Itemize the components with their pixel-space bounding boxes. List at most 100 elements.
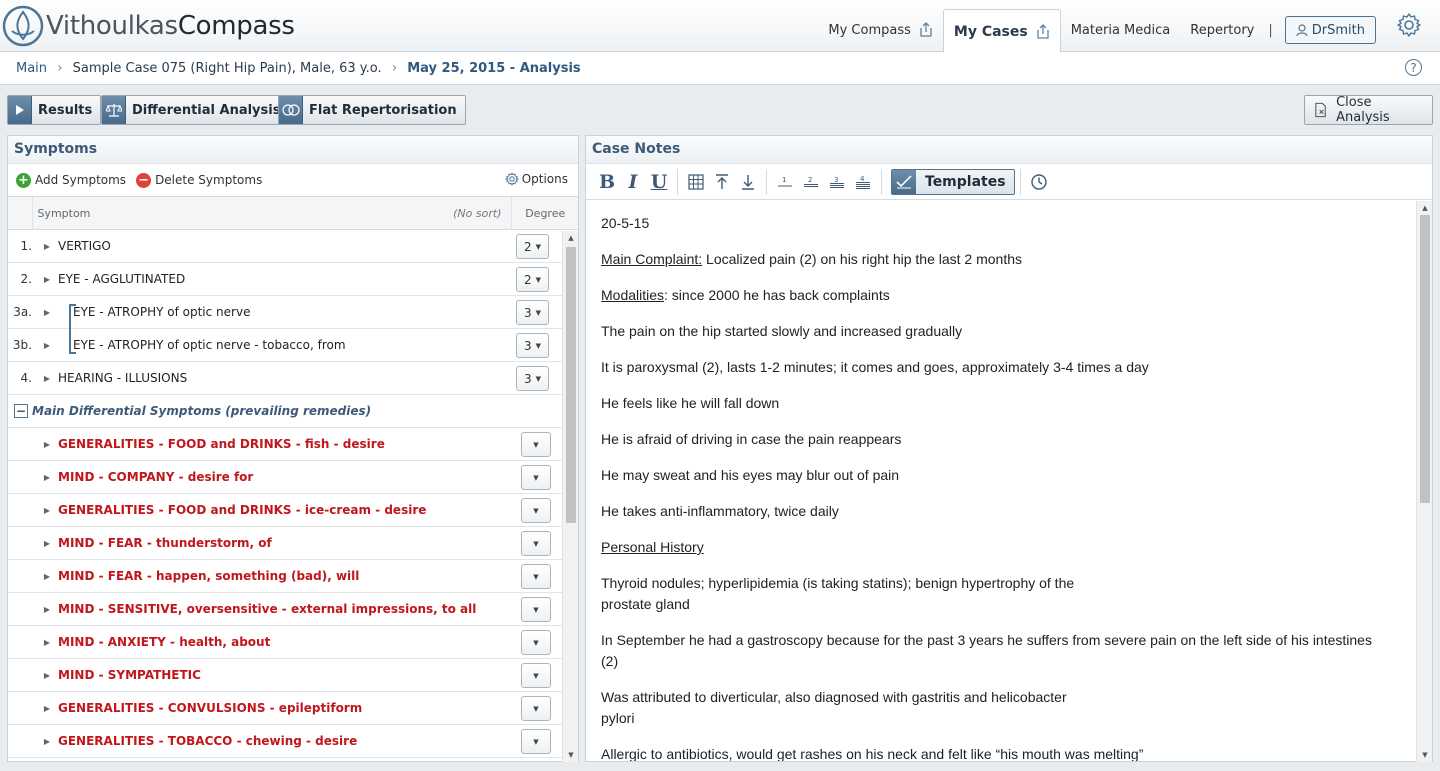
degree-select[interactable]: 2 ▼ — [516, 234, 549, 259]
expand-arrow-icon[interactable]: ▶ — [40, 440, 54, 449]
differential-symptom-row[interactable]: ▶ GENERALITIES - FOOD and DRINKS - ice-cr… — [8, 494, 578, 527]
expand-arrow-icon[interactable]: ▶ — [40, 275, 54, 284]
symptom-column-label[interactable]: Symptom — [37, 207, 90, 220]
degree-select[interactable]: 3 ▼ — [516, 333, 549, 358]
symptom-text[interactable]: GENERALITIES - FOOD and DRINKS - ice-cre… — [58, 503, 426, 517]
expand-arrow-icon[interactable]: ▶ — [40, 572, 54, 581]
scroll-up-icon[interactable]: ▲ — [1417, 201, 1433, 215]
symptom-text[interactable]: MIND - FEAR - thunderstorm, of — [58, 536, 272, 550]
options-button[interactable]: Options — [504, 172, 568, 186]
symptom-row[interactable]: 3b. ▶ EYE - ATROPHY of optic nerve - tobac… — [8, 329, 578, 362]
nav-materia-medica[interactable]: Materia Medica — [1061, 8, 1181, 52]
symptom-text[interactable]: VERTIGO — [58, 239, 111, 253]
differential-group-header[interactable]: − Main Differential Symptoms (prevailing … — [8, 395, 578, 428]
differential-symptom-row[interactable]: ▶ MIND - COMPANY - desire for ▼ — [8, 461, 578, 494]
symptom-text[interactable]: GENERALITIES - CONVULSIONS - epileptifor… — [58, 701, 362, 715]
italic-button[interactable]: I — [620, 169, 646, 195]
notes-scrollbar[interactable]: ▲ ▼ — [1416, 201, 1432, 762]
differential-symptom-row[interactable]: ▶ MIND - FEAR - happen, something (bad), … — [8, 560, 578, 593]
expand-arrow-icon[interactable]: ▶ — [40, 473, 54, 482]
expand-arrow-icon[interactable]: ▶ — [40, 737, 54, 746]
differential-symptom-row[interactable]: ▶ MIND - FEAR - thunderstorm, of ▼ — [8, 527, 578, 560]
symptom-text[interactable]: MIND - SYMPATHETIC — [58, 668, 201, 682]
degree-select[interactable]: ▼ — [521, 498, 551, 523]
symptom-row[interactable]: 1. ▶ VERTIGO 2 ▼ — [8, 230, 578, 263]
move-bottom-icon[interactable] — [735, 169, 761, 195]
degree-select[interactable]: ▼ — [521, 597, 551, 622]
differential-symptom-row[interactable]: ▶ GENERALITIES - CONVULSIONS - epileptifo… — [8, 692, 578, 725]
close-analysis-button[interactable]: Close Analysis — [1304, 95, 1433, 125]
degree-select[interactable]: ▼ — [521, 564, 551, 589]
symptom-text[interactable]: MIND - COMPANY - desire for — [58, 470, 253, 484]
expand-arrow-icon[interactable]: ▶ — [40, 506, 54, 515]
degree-select[interactable]: ▼ — [521, 630, 551, 655]
degree-select[interactable]: 2 ▼ — [516, 267, 549, 292]
heading-2-icon[interactable]: 2 — [798, 169, 824, 195]
symptom-text[interactable]: GENERALITIES - TOBACCO - chewing - desir… — [58, 734, 357, 748]
differential-symptom-row[interactable]: ▶ GENERALITIES - FOOD and DRINKS - fish -… — [8, 428, 578, 461]
nav-repertory[interactable]: Repertory — [1180, 8, 1264, 52]
differential-analysis-button[interactable]: Differential Analysis — [101, 95, 290, 125]
expand-arrow-icon[interactable]: ▶ — [40, 638, 54, 647]
flat-repertorisation-button[interactable]: Flat Repertorisation — [278, 95, 466, 125]
symptom-text[interactable]: MIND - SENSITIVE, oversensitive - extern… — [58, 602, 476, 616]
degree-select[interactable]: ▼ — [521, 531, 551, 556]
degree-select[interactable]: ▼ — [521, 729, 551, 754]
symptom-text[interactable]: MIND - ANXIETY - health, about — [58, 635, 270, 649]
breadcrumb-main[interactable]: Main — [16, 61, 47, 76]
breadcrumb-case[interactable]: Sample Case 075 (Right Hip Pain), Male, … — [73, 61, 382, 76]
differential-symptom-row[interactable]: ▶ MIND - ANXIETY - health, about ▼ — [8, 626, 578, 659]
symptom-row[interactable]: 2. ▶ EYE - AGGLUTINATED 2 ▼ — [8, 263, 578, 296]
share-icon[interactable] — [919, 22, 933, 38]
logo[interactable]: VithoulkasCompass — [2, 4, 295, 48]
degree-select[interactable]: 3 ▼ — [516, 366, 549, 391]
collapse-icon[interactable]: − — [14, 404, 28, 418]
case-notes-editor[interactable]: 20-5-15 Main Complaint: Localized pain (… — [586, 201, 1416, 761]
templates-button[interactable]: Templates — [891, 168, 1015, 195]
symptom-text[interactable]: EYE - ATROPHY of optic nerve — [73, 305, 250, 319]
nav-my-cases[interactable]: My Cases — [942, 9, 1061, 53]
symptom-text[interactable]: EYE - ATROPHY of optic nerve - tobacco, … — [73, 338, 346, 352]
delete-symptoms-button[interactable]: − Delete Symptoms — [136, 172, 262, 188]
share-icon[interactable] — [1036, 23, 1050, 40]
scroll-up-icon[interactable]: ▲ — [563, 231, 579, 245]
table-icon[interactable] — [683, 169, 709, 195]
degree-select[interactable]: 3 ▼ — [516, 300, 549, 325]
differential-symptom-row[interactable]: ▶ GENERALITIES - TOBACCO - chewing - desi… — [8, 725, 578, 758]
scroll-thumb[interactable] — [1420, 215, 1430, 503]
bold-button[interactable]: B — [594, 169, 620, 195]
degree-select[interactable]: ▼ — [521, 696, 551, 721]
symptom-row[interactable]: 4. ▶ HEARING - ILLUSIONS 3 ▼ — [8, 362, 578, 395]
history-clock-icon[interactable] — [1026, 169, 1052, 195]
differential-symptom-row[interactable]: ▶ MIND - SENSITIVE, oversensitive - exter… — [8, 593, 578, 626]
degree-select[interactable]: ▼ — [521, 432, 551, 457]
expand-arrow-icon[interactable]: ▶ — [40, 704, 54, 713]
differential-symptom-row[interactable]: ▶ MIND - SYMPATHETIC ▼ — [8, 659, 578, 692]
heading-1-icon[interactable]: 1 — [772, 169, 798, 195]
symptom-text[interactable]: HEARING - ILLUSIONS — [58, 371, 187, 385]
degree-column-label[interactable]: Degree — [511, 197, 578, 229]
symptoms-scrollbar[interactable]: ▲ ▼ — [562, 231, 578, 762]
settings-gear-icon[interactable] — [1396, 12, 1422, 38]
expand-arrow-icon[interactable]: ▶ — [40, 605, 54, 614]
expand-arrow-icon[interactable]: ▶ — [40, 341, 54, 350]
expand-arrow-icon[interactable]: ▶ — [40, 242, 54, 251]
results-button[interactable]: Results — [7, 95, 102, 125]
expand-arrow-icon[interactable]: ▶ — [40, 539, 54, 548]
symptom-text[interactable]: EYE - AGGLUTINATED — [58, 272, 185, 286]
expand-arrow-icon[interactable]: ▶ — [40, 671, 54, 680]
expand-arrow-icon[interactable]: ▶ — [40, 308, 54, 317]
heading-4-icon[interactable]: 4 — [850, 169, 876, 195]
scroll-down-icon[interactable]: ▼ — [1417, 748, 1433, 762]
scroll-thumb[interactable] — [566, 247, 576, 523]
underline-button[interactable]: U — [646, 169, 672, 195]
nav-my-compass[interactable]: My Compass — [818, 8, 943, 52]
symptom-text[interactable]: GENERALITIES - FOOD and DRINKS - fish - … — [58, 437, 385, 451]
symptom-text[interactable]: MIND - FEAR - happen, something (bad), w… — [58, 569, 359, 583]
heading-3-icon[interactable]: 3 — [824, 169, 850, 195]
symptom-row[interactable]: 3a. ▶ EYE - ATROPHY of optic nerve 3 ▼ — [8, 296, 578, 329]
help-icon[interactable]: ? — [1405, 59, 1422, 76]
user-button[interactable]: DrSmith — [1284, 16, 1376, 44]
add-symptoms-button[interactable]: + Add Symptoms — [16, 172, 126, 188]
expand-arrow-icon[interactable]: ▶ — [40, 374, 54, 383]
